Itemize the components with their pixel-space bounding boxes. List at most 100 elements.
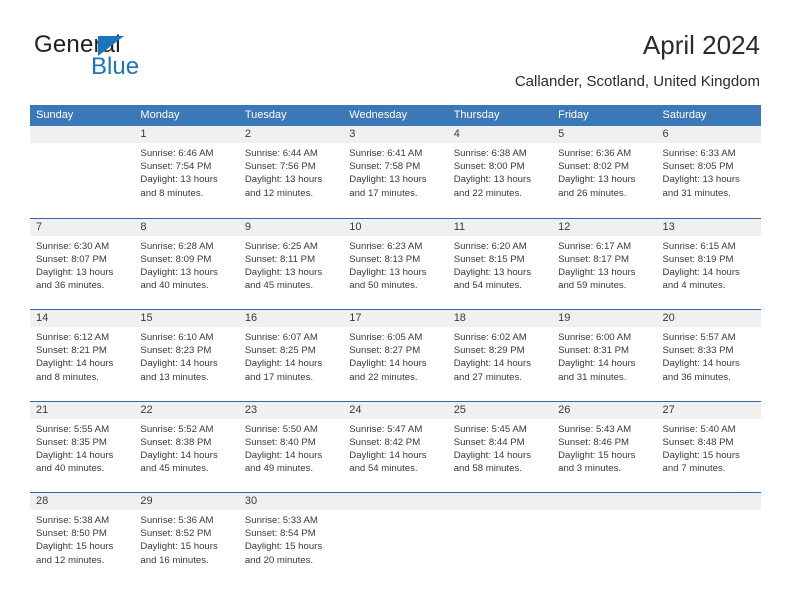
daylight-text-line2: and 40 minutes. [36, 463, 105, 475]
daylight-text-line2: and 58 minutes. [453, 463, 522, 475]
day-number: 1 [140, 128, 147, 140]
calendar-day-cell[interactable]: 27 Sunrise: 5:40 AM Sunset: 8:48 PM Dayligh… [656, 401, 761, 492]
day-number-band: 14 [30, 310, 135, 327]
daylight-text-line1: Daylight: 13 hours [140, 266, 218, 278]
day-number: 9 [244, 220, 251, 233]
daylight-text-line2: and 50 minutes. [349, 280, 418, 292]
calendar-day-cell[interactable]: 30 Sunrise: 5:33 AM Sunset: 8:54 PM Dayligh… [238, 493, 344, 584]
weekday-header-sunday: Sunday [36, 109, 74, 121]
logo-text-blue: Blue [91, 53, 140, 80]
calendar-day-cell-empty [30, 126, 135, 218]
day-sun-info: Sunrise: 6:17 AM Sunset: 8:17 PM Daylight:… [552, 236, 656, 293]
calendar-day-cell[interactable]: 22 Sunrise: 5:52 AM Sunset: 8:38 PM Dayligh… [134, 401, 239, 492]
day-sun-info: Sunrise: 5:33 AM Sunset: 8:54 PM Daylight:… [239, 510, 343, 567]
calendar-week-row: 28 Sunrise: 5:38 AM Sunset: 8:50 PM Dayligh… [30, 492, 761, 584]
day-number: 21 [36, 403, 49, 416]
calendar-day-cell[interactable]: 15 Sunrise: 6:10 AM Sunset: 8:23 PM Dayligh… [134, 310, 239, 401]
sunset-text: Sunset: 8:52 PM [140, 528, 212, 540]
calendar-day-cell[interactable]: 26 Sunrise: 5:43 AM Sunset: 8:46 PM Dayligh… [552, 401, 657, 492]
calendar-day-cell[interactable]: 5 Sunrise: 6:36 AM Sunset: 8:02 PM Daylight… [552, 126, 657, 218]
calendar-day-cell[interactable]: 18 Sunrise: 6:02 AM Sunset: 8:29 PM Dayligh… [447, 310, 553, 401]
calendar-day-cell[interactable]: 17 Sunrise: 6:05 AM Sunset: 8:27 PM Dayligh… [343, 310, 448, 401]
calendar-day-cell[interactable]: 25 Sunrise: 5:45 AM Sunset: 8:44 PM Dayligh… [447, 401, 553, 492]
day-number: 11 [453, 220, 466, 233]
daylight-text-line1: Daylight: 14 hours [36, 449, 114, 461]
calendar-day-cell[interactable]: 11 Sunrise: 6:20 AM Sunset: 8:15 PM Dayligh… [447, 218, 553, 309]
day-number-band [30, 126, 135, 143]
sunset-text: Sunset: 8:48 PM [662, 436, 734, 448]
day-sun-info: Sunrise: 6:44 AM Sunset: 7:56 PM Daylight:… [239, 143, 343, 200]
calendar-day-cell[interactable]: 6 Sunrise: 6:33 AM Sunset: 8:05 PM Daylight… [656, 126, 761, 218]
day-number-band: 12 [552, 218, 657, 236]
sunset-text: Sunset: 8:50 PM [36, 528, 107, 540]
calendar-day-cell[interactable]: 3 Sunrise: 6:41 AM Sunset: 7:58 PM Daylight… [343, 126, 448, 218]
daylight-text-line1: Daylight: 13 hours [558, 266, 636, 278]
calendar-day-cell[interactable]: 9 Sunrise: 6:25 AM Sunset: 8:11 PM Daylight… [238, 218, 344, 309]
day-sun-info: Sunrise: 6:38 AM Sunset: 8:00 PM Daylight:… [448, 143, 552, 200]
calendar-day-cell-empty [552, 493, 657, 584]
day-number: 7 [36, 220, 43, 233]
daylight-text-line1: Daylight: 14 hours [140, 449, 218, 461]
weekday-header-saturday: Saturday [662, 109, 707, 121]
sunrise-text: Sunrise: 6:10 AM [140, 332, 214, 343]
sunrise-text: Sunrise: 5:45 AM [453, 423, 527, 435]
sunrise-text: Sunrise: 6:07 AM [244, 332, 318, 343]
day-number: 8 [140, 220, 147, 233]
daylight-text-line1: Daylight: 14 hours [140, 358, 218, 370]
day-number: 28 [36, 495, 49, 507]
calendar-day-cell[interactable]: 20 Sunrise: 5:57 AM Sunset: 8:33 PM Dayligh… [656, 310, 761, 401]
weekday-header-tuesday: Tuesday [244, 109, 287, 121]
day-number-band: 23 [238, 401, 344, 419]
sunrise-text: Sunrise: 6:46 AM [140, 148, 214, 159]
day-sun-info: Sunrise: 6:36 AM Sunset: 8:02 PM Daylight:… [552, 143, 656, 200]
calendar-day-cell[interactable]: 8 Sunrise: 6:28 AM Sunset: 8:09 PM Daylight… [134, 218, 239, 309]
calendar-day-cell[interactable]: 7 Sunrise: 6:30 AM Sunset: 8:07 PM Daylight… [30, 218, 135, 309]
daylight-text-line2: and 17 minutes. [244, 371, 314, 383]
daylight-text-line2: and 36 minutes. [662, 371, 731, 383]
calendar-day-cell[interactable]: 23 Sunrise: 5:50 AM Sunset: 8:40 PM Dayligh… [238, 401, 344, 492]
calendar-day-cell[interactable]: 2 Sunrise: 6:44 AM Sunset: 7:56 PM Daylight… [238, 126, 344, 218]
calendar-day-cell[interactable]: 4 Sunrise: 6:38 AM Sunset: 8:00 PM Daylight… [447, 126, 553, 218]
daylight-text-line1: Daylight: 14 hours [349, 358, 427, 370]
day-number-band: 16 [238, 310, 344, 327]
daylight-text-line1: Daylight: 15 hours [36, 541, 114, 553]
daylight-text-line2: and 12 minutes. [36, 554, 105, 566]
sunset-text: Sunset: 8:31 PM [558, 345, 630, 357]
sunset-text: Sunset: 8:05 PM [662, 161, 734, 173]
daylight-text-line1: Daylight: 14 hours [662, 358, 740, 370]
calendar-day-cell[interactable]: 12 Sunrise: 6:17 AM Sunset: 8:17 PM Dayligh… [552, 218, 657, 309]
sunset-text: Sunset: 8:33 PM [662, 345, 734, 357]
day-number: 15 [140, 312, 153, 324]
sunset-text: Sunset: 8:13 PM [349, 253, 421, 265]
daylight-text-line1: Daylight: 14 hours [244, 358, 323, 370]
calendar-day-cell[interactable]: 14 Sunrise: 6:12 AM Sunset: 8:21 PM Dayligh… [30, 310, 135, 401]
sunrise-text: Sunrise: 6:00 AM [558, 332, 632, 343]
day-sun-info: Sunrise: 6:00 AM Sunset: 8:31 PM Daylight:… [552, 327, 656, 384]
page-header: General Blue April 2024 Callander, Scotl… [30, 28, 760, 96]
sunrise-text: Sunrise: 5:43 AM [558, 423, 632, 435]
day-number: 12 [558, 220, 571, 233]
page-title: April 2024 [642, 30, 760, 60]
calendar-day-cell[interactable]: 28 Sunrise: 5:38 AM Sunset: 8:50 PM Dayligh… [30, 493, 135, 584]
day-sun-info: Sunrise: 6:25 AM Sunset: 8:11 PM Daylight:… [239, 236, 343, 293]
calendar-day-cell[interactable]: 29 Sunrise: 5:36 AM Sunset: 8:52 PM Dayligh… [134, 493, 239, 584]
day-number-band: 8 [134, 218, 239, 236]
calendar-day-cell[interactable]: 10 Sunrise: 6:23 AM Sunset: 8:13 PM Dayligh… [343, 218, 448, 309]
calendar-day-cell[interactable]: 1 Sunrise: 6:46 AM Sunset: 7:54 PM Daylight… [134, 126, 239, 218]
calendar-week-row: 1 Sunrise: 6:46 AM Sunset: 7:54 PM Daylight… [30, 126, 761, 218]
calendar-day-cell[interactable]: 16 Sunrise: 6:07 AM Sunset: 8:25 PM Dayligh… [238, 310, 344, 401]
daylight-text-line1: Daylight: 13 hours [244, 266, 323, 278]
sunrise-text: Sunrise: 6:23 AM [349, 240, 423, 252]
day-sun-info: Sunrise: 5:52 AM Sunset: 8:38 PM Daylight:… [134, 419, 238, 476]
calendar-day-cell[interactable]: 24 Sunrise: 5:47 AM Sunset: 8:42 PM Dayligh… [343, 401, 448, 492]
calendar-day-cell[interactable]: 19 Sunrise: 6:00 AM Sunset: 8:31 PM Dayligh… [552, 310, 657, 401]
calendar-day-cell[interactable]: 21 Sunrise: 5:55 AM Sunset: 8:35 PM Dayligh… [30, 401, 135, 492]
daylight-text-line2: and 59 minutes. [558, 280, 627, 292]
calendar-day-cell[interactable]: 13 Sunrise: 6:15 AM Sunset: 8:19 PM Dayligh… [656, 218, 761, 309]
sunset-text: Sunset: 8:38 PM [140, 436, 212, 448]
daylight-text-line1: Daylight: 15 hours [558, 449, 636, 461]
weekday-header-row: Sunday Monday Tuesday Wednesday Thursday Frid… [30, 105, 761, 126]
day-number: 26 [558, 403, 571, 416]
sunset-text: Sunset: 8:17 PM [558, 253, 630, 265]
sunrise-text: Sunrise: 6:20 AM [453, 240, 527, 252]
